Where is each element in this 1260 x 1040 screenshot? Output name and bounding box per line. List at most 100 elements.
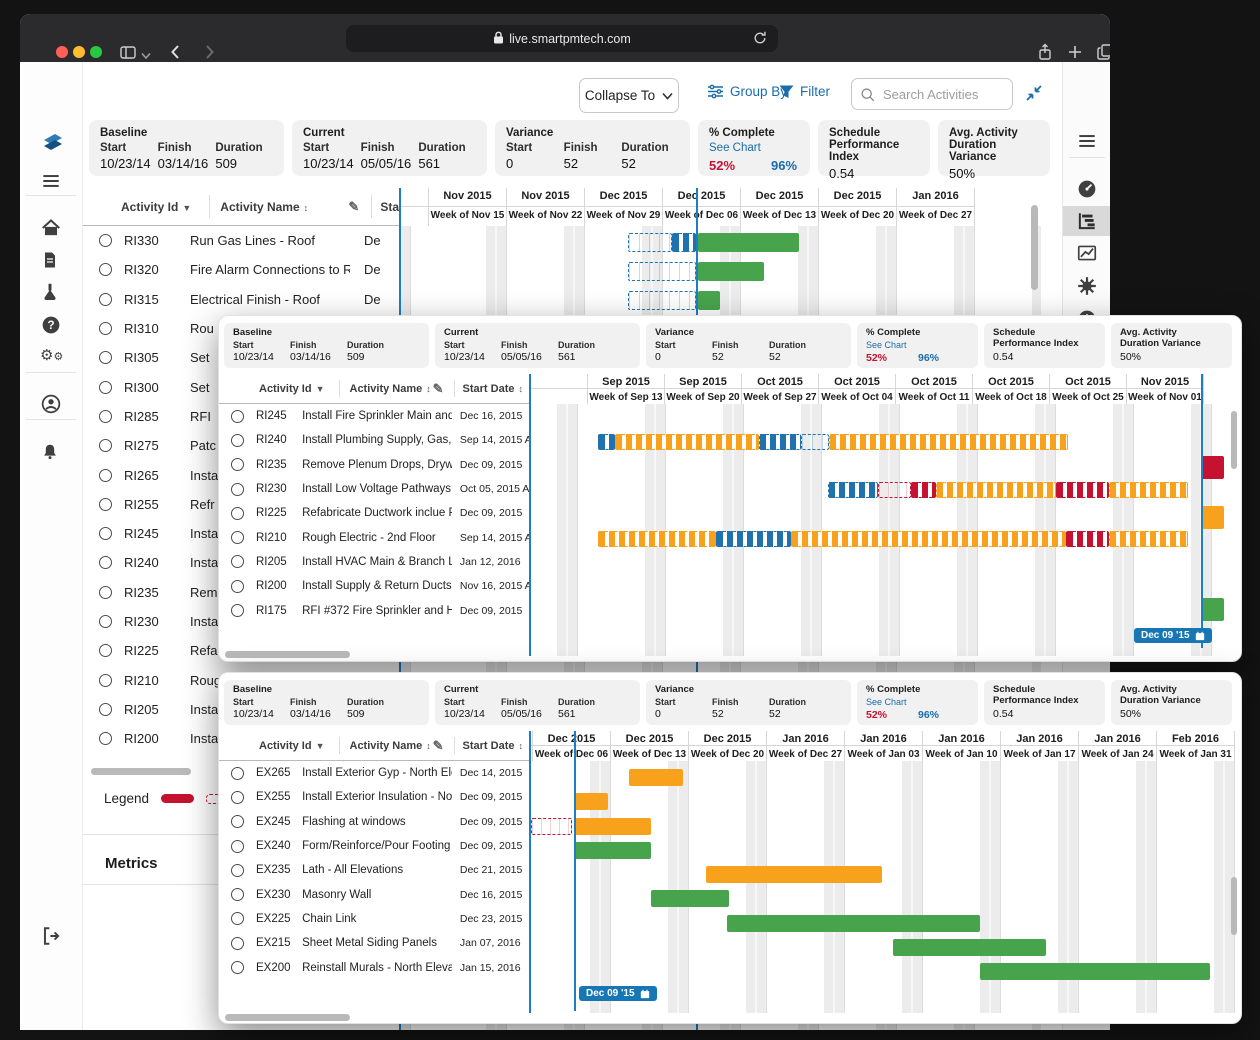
- gantt-bar-segment[interactable]: [716, 531, 791, 547]
- gantt-bar-segment[interactable]: [1201, 456, 1224, 479]
- home-icon[interactable]: [40, 217, 62, 239]
- activity-id-header[interactable]: Activity Id▼: [121, 200, 191, 214]
- gantt-bar-segment[interactable]: [628, 291, 696, 310]
- tool-menu-icon[interactable]: [1076, 130, 1098, 152]
- horizontal-scrollbar[interactable]: [225, 651, 350, 658]
- activity-name-header[interactable]: Activity Name↕: [220, 200, 308, 214]
- gantt-bar-segment[interactable]: [574, 793, 608, 810]
- gantt-bar-segment[interactable]: [598, 531, 716, 547]
- row-radio[interactable]: [231, 434, 244, 447]
- row-radio[interactable]: [99, 556, 112, 569]
- gantt-bar-segment[interactable]: [1056, 482, 1109, 498]
- row-radio[interactable]: [231, 791, 244, 804]
- url-bar[interactable]: live.smartpmtech.com: [346, 25, 778, 52]
- gantt-bar-segment[interactable]: [1201, 598, 1224, 621]
- row-radio[interactable]: [231, 555, 244, 568]
- zoom-window-button[interactable]: [90, 46, 102, 58]
- vertical-scrollbar[interactable]: [1031, 205, 1038, 290]
- gantt-bar-segment[interactable]: [911, 482, 936, 498]
- help-icon[interactable]: ?: [40, 314, 62, 336]
- gantt-bar-segment[interactable]: [629, 769, 683, 786]
- activity-id-header[interactable]: Activity Id▼: [259, 740, 325, 752]
- row-radio[interactable]: [231, 815, 244, 828]
- gantt-bar-segment[interactable]: [698, 233, 799, 252]
- menu-icon[interactable]: [40, 170, 62, 192]
- gantt-bar-segment[interactable]: [672, 233, 696, 252]
- flask-icon[interactable]: [40, 281, 62, 303]
- gantt-bar-segment[interactable]: [706, 866, 882, 883]
- gantt-bar-segment[interactable]: [615, 434, 759, 450]
- row-radio[interactable]: [231, 864, 244, 877]
- row-radio[interactable]: [99, 498, 112, 511]
- table-row[interactable]: EX200Reinstall Murals - North ElevationJ…: [219, 955, 529, 979]
- gantt-bar-segment[interactable]: [878, 482, 911, 498]
- table-row[interactable]: EX215Sheet Metal Siding PanelsJan 07, 20…: [219, 931, 529, 955]
- bell-icon[interactable]: [40, 441, 62, 463]
- row-radio[interactable]: [231, 531, 244, 544]
- table-row[interactable]: EX230Masonry WallDec 16, 2015: [219, 883, 529, 907]
- table-row[interactable]: RI225Refabricate Ductwork inclue PlenurD…: [219, 501, 529, 525]
- gantt-bar-segment[interactable]: [1109, 531, 1188, 547]
- logout-icon[interactable]: [40, 925, 62, 947]
- table-row[interactable]: EX225Chain LinkDec 23, 2015: [219, 907, 529, 931]
- tool-gauge-icon[interactable]: [1076, 178, 1098, 200]
- row-radio[interactable]: [99, 615, 112, 628]
- table-row[interactable]: RI230Install Low Voltage Pathways - 2ndO…: [219, 477, 529, 501]
- minimize-window-button[interactable]: [73, 46, 85, 58]
- see-chart-link[interactable]: See Chart: [866, 340, 969, 350]
- search-activities-box[interactable]: [851, 78, 1013, 110]
- gantt-bar-segment[interactable]: [936, 482, 1056, 498]
- gantt-bar-segment[interactable]: [598, 434, 615, 450]
- table-row[interactable]: EX245Flashing at windowsDec 09, 2015: [219, 810, 529, 834]
- gantt-bar-segment[interactable]: [1109, 482, 1188, 498]
- gantt-bar-segment[interactable]: [1201, 506, 1224, 529]
- account-icon[interactable]: [40, 393, 62, 415]
- table-row[interactable]: EX240Form/Reinforce/Pour Footing at MaDe…: [219, 834, 529, 858]
- filter-button[interactable]: Filter: [779, 84, 830, 99]
- table-row[interactable]: EX255Install Exterior Insulation - North…: [219, 785, 529, 809]
- table-row[interactable]: RI240Install Plumbing Supply, Gas, Drain…: [219, 428, 529, 452]
- gantt-bar-segment[interactable]: [574, 818, 651, 835]
- table-row[interactable]: RI175RFI #372 Fire Sprinkler and HVAC CD…: [219, 598, 529, 622]
- collapse-to-button[interactable]: Collapse To: [579, 78, 679, 113]
- row-radio[interactable]: [231, 961, 244, 974]
- row-radio[interactable]: [231, 507, 244, 520]
- close-window-button[interactable]: [56, 46, 68, 58]
- start-date-header[interactable]: Start Date↕: [463, 383, 523, 395]
- row-radio[interactable]: [99, 703, 112, 716]
- horizontal-scrollbar[interactable]: [91, 768, 191, 775]
- row-radio[interactable]: [99, 732, 112, 745]
- edit-pencil-icon[interactable]: ✎: [433, 738, 444, 754]
- row-radio[interactable]: [99, 351, 112, 364]
- row-radio[interactable]: [231, 604, 244, 617]
- gantt-bar-segment[interactable]: [1066, 531, 1109, 547]
- gantt-bar-segment[interactable]: [531, 818, 572, 835]
- gantt-bar-segment[interactable]: [698, 291, 720, 310]
- gantt-bar-segment[interactable]: [791, 531, 1066, 547]
- gantt-bar-segment[interactable]: [628, 233, 672, 252]
- row-radio[interactable]: [99, 263, 112, 276]
- table-row[interactable]: RI235Remove Plenum Drops, Drywall, InsDe…: [219, 453, 529, 477]
- gantt-bar-segment[interactable]: [628, 262, 696, 281]
- vertical-scrollbar[interactable]: [1231, 411, 1237, 469]
- row-radio[interactable]: [99, 439, 112, 452]
- table-row[interactable]: RI315Electrical Finish - RoofDe: [83, 285, 399, 314]
- row-radio[interactable]: [231, 458, 244, 471]
- start-date-header[interactable]: Sta: [380, 200, 399, 214]
- row-radio[interactable]: [99, 469, 112, 482]
- activity-name-header[interactable]: Activity Name↕: [350, 383, 431, 395]
- row-radio[interactable]: [99, 527, 112, 540]
- row-radio[interactable]: [99, 322, 112, 335]
- start-date-header[interactable]: Start Date↕: [463, 740, 523, 752]
- table-row[interactable]: RI330Run Gas Lines - RoofDe: [83, 226, 399, 255]
- row-radio[interactable]: [231, 840, 244, 853]
- gantt-bar-segment[interactable]: [574, 842, 651, 859]
- row-radio[interactable]: [99, 586, 112, 599]
- row-radio[interactable]: [231, 410, 244, 423]
- document-icon[interactable]: [40, 249, 62, 271]
- row-radio[interactable]: [231, 580, 244, 593]
- tool-line-chart-icon[interactable]: [1076, 242, 1098, 264]
- row-radio[interactable]: [99, 234, 112, 247]
- collapse-view-icon[interactable]: [1025, 84, 1045, 104]
- gantt-bar-segment[interactable]: [828, 482, 878, 498]
